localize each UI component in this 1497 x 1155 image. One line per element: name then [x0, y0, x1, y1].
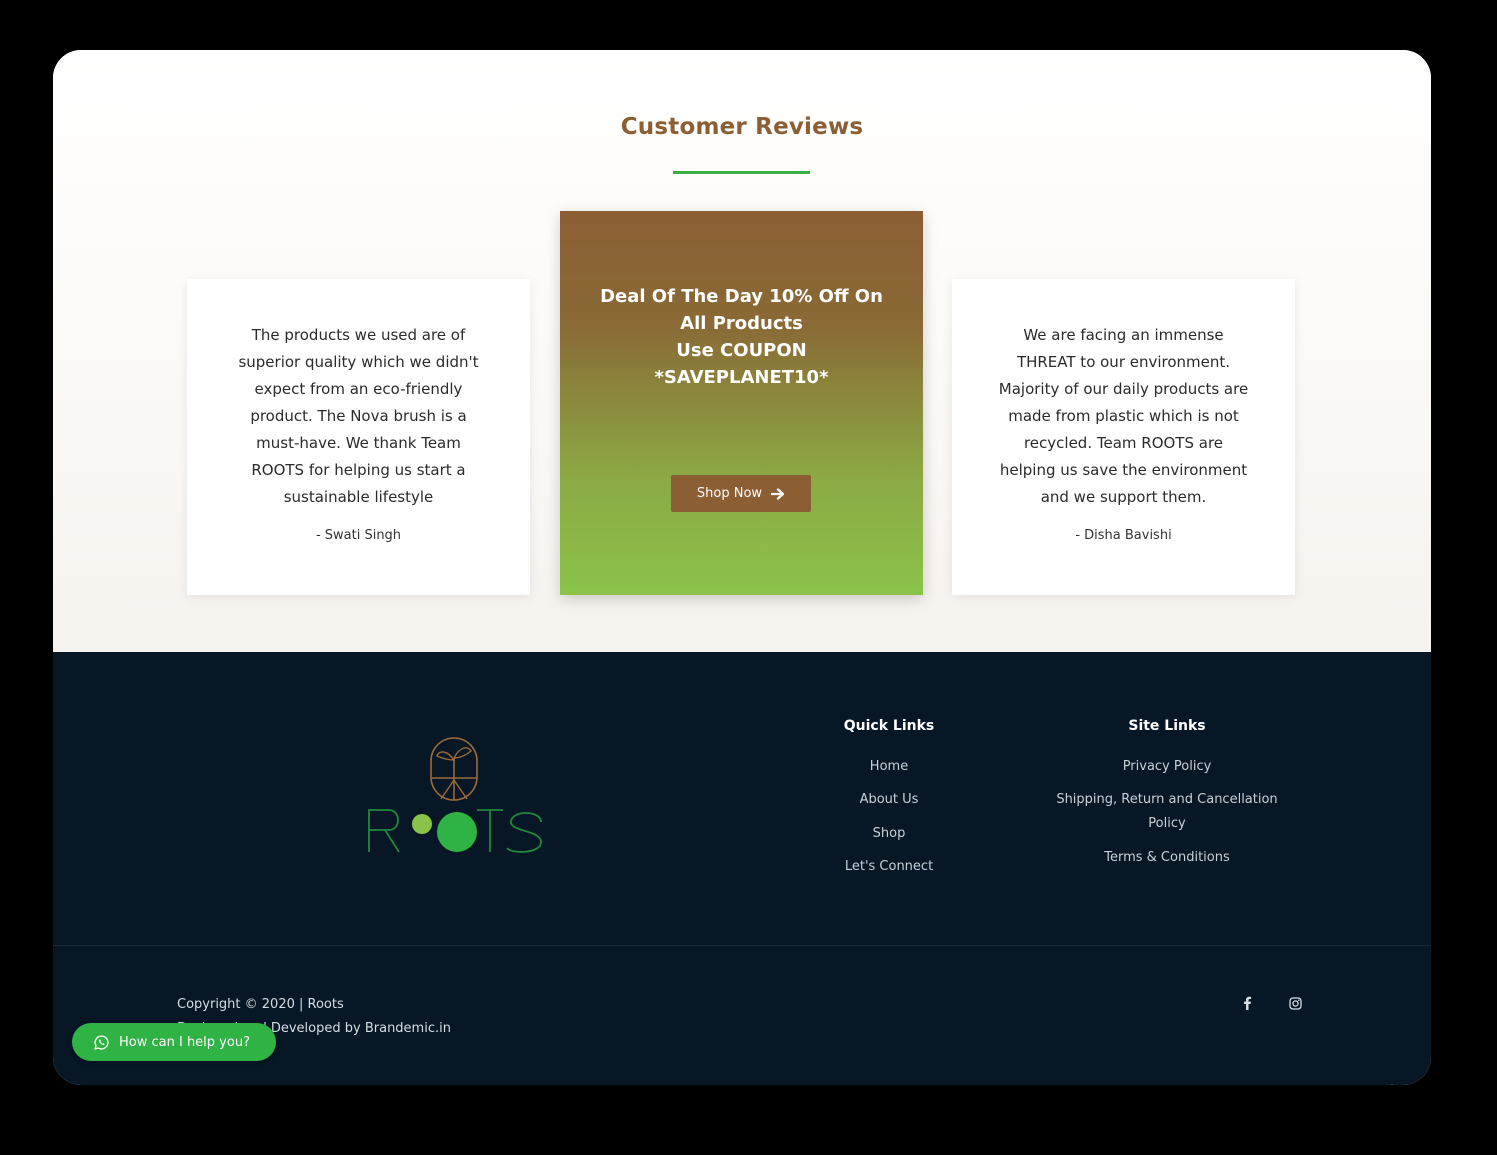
- footer-link-home[interactable]: Home: [829, 755, 949, 779]
- site-links-heading: Site Links: [1128, 718, 1206, 734]
- roots-wordmark: [368, 809, 542, 853]
- copyright-line: Copyright © 2020 | Roots: [177, 997, 344, 1012]
- facebook-icon[interactable]: [1238, 994, 1256, 1012]
- whatsapp-label: How can I help you?: [119, 1034, 250, 1050]
- footer-link-privacy-policy[interactable]: Privacy Policy: [1047, 755, 1287, 779]
- deal-of-the-day-card: Deal Of The Day 10% Off On All Products …: [560, 211, 923, 595]
- footer-link-lets-connect[interactable]: Let's Connect: [829, 855, 949, 879]
- review-text: The products we used are of superior qua…: [238, 326, 479, 506]
- whatsapp-icon: [94, 1034, 109, 1050]
- review-text: We are facing an immense THREAT to our e…: [998, 326, 1249, 506]
- page-frame: Customer Reviews The products we used ar…: [53, 50, 1431, 1085]
- footer-divider: [53, 945, 1431, 946]
- arrow-right-icon: [771, 487, 785, 500]
- shop-now-button[interactable]: Shop Now: [671, 475, 811, 512]
- customer-reviews-section: Customer Reviews The products we used ar…: [53, 50, 1431, 652]
- footer-link-shop[interactable]: Shop: [829, 822, 949, 846]
- instagram-icon[interactable]: [1286, 994, 1304, 1012]
- promo-line-2: All Products: [680, 313, 803, 334]
- promo-coupon-code: *SAVEPLANET10*: [654, 367, 829, 388]
- review-author: - Disha Bavishi: [1075, 528, 1172, 543]
- roots-logo[interactable]: [365, 736, 545, 856]
- site-footer: Quick Links Home About Us Shop Let's Con…: [53, 652, 1431, 1085]
- footer-link-about-us[interactable]: About Us: [829, 788, 949, 812]
- review-author: - Swati Singh: [315, 528, 402, 543]
- arrow-up-icon: [1390, 1083, 1394, 1085]
- review-card-disha: We are facing an immense THREAT to our e…: [952, 279, 1295, 595]
- promo-text: Deal Of The Day 10% Off On All Products …: [590, 283, 893, 391]
- footer-link-terms[interactable]: Terms & Conditions: [1047, 846, 1287, 870]
- scroll-to-top-button[interactable]: [1383, 1082, 1401, 1085]
- quick-links-heading: Quick Links: [843, 718, 935, 734]
- shop-now-label: Shop Now: [696, 486, 763, 501]
- footer-link-shipping-policy[interactable]: Shipping, Return and Cancellation Policy: [1047, 788, 1287, 836]
- title-underline: [673, 171, 810, 174]
- whatsapp-chat-button[interactable]: How can I help you?: [72, 1023, 276, 1061]
- review-card-swati: The products we used are of superior qua…: [187, 279, 530, 595]
- section-title: Customer Reviews: [620, 114, 864, 140]
- promo-line-3: Use COUPON: [676, 340, 807, 361]
- seed-icon: [430, 737, 478, 801]
- promo-line-1: Deal Of The Day 10% Off On: [600, 286, 883, 307]
